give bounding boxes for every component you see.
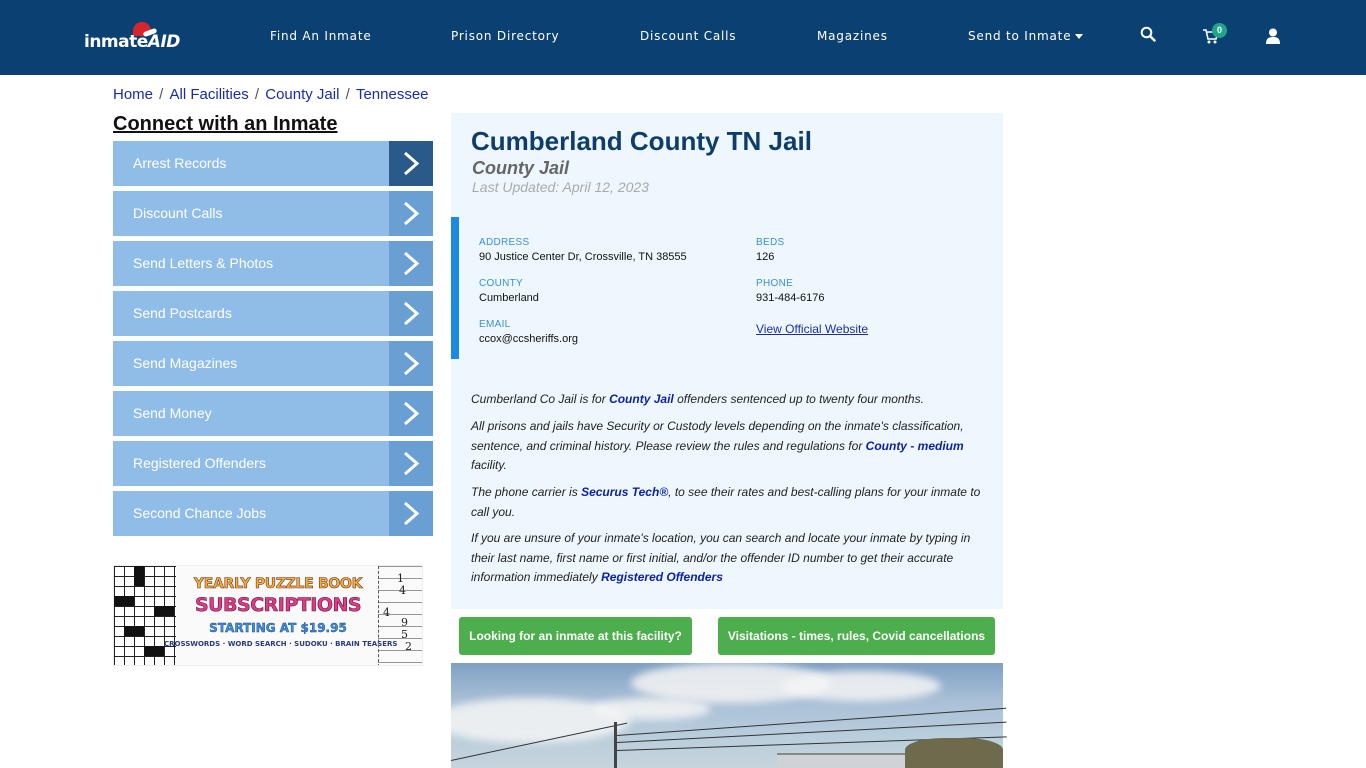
address-value: 90 Justice Center Dr, Crossville, TN 385…	[479, 251, 687, 263]
sidebar-item-label: Arrest Records	[133, 155, 227, 171]
description-paragraph-2: All prisons and jails have Security or C…	[471, 419, 964, 472]
sidebar-item-send-money[interactable]: Send Money	[113, 391, 433, 436]
sidebar-item-label: Send Letters & Photos	[133, 255, 274, 271]
logo-text-accent: AID	[147, 32, 181, 52]
search-icon[interactable]	[1140, 26, 1160, 46]
county-label: COUNTY	[479, 278, 524, 289]
sudoku-grid-graphic: 1 4 4 9 5 2	[378, 566, 422, 665]
nav-discount-calls[interactable]: Discount Calls	[640, 29, 736, 47]
chevron-right-icon	[389, 341, 433, 386]
facility-info-box: ADDRESS 90 Justice Center Dr, Crossville…	[451, 217, 1003, 359]
beds-value: 126	[756, 251, 775, 263]
description-paragraph-4: If you are unsure of your inmate's locat…	[471, 531, 971, 584]
address-label: ADDRESS	[479, 237, 530, 248]
top-navigation-bar: inmateAID Find An Inmate Prison Director…	[0, 0, 1366, 75]
sidebar-item-label: Discount Calls	[133, 205, 223, 221]
sidebar-item-label: Registered Offenders	[133, 455, 266, 471]
facility-title: Cumberland County TN Jail	[471, 126, 812, 156]
official-website-link[interactable]: View Official Website	[756, 322, 868, 336]
phone-label: PHONE	[756, 278, 794, 289]
chevron-right-icon	[389, 141, 433, 186]
county-jail-link[interactable]: County Jail	[609, 392, 674, 406]
nav-send-to-inmate-label: Send to Inmate	[968, 29, 1072, 43]
sidebar-item-registered-offenders[interactable]: Registered Offenders	[113, 441, 433, 486]
chevron-right-icon	[389, 291, 433, 336]
chevron-right-icon	[389, 491, 433, 536]
breadcrumb: Home / All Facilities / County Jail / Te…	[113, 86, 429, 103]
email-label: EMAIL	[479, 319, 511, 330]
user-icon[interactable]	[1266, 28, 1286, 48]
sidebar-item-second-chance-jobs[interactable]: Second Chance Jobs	[113, 491, 433, 536]
chevron-right-icon	[389, 441, 433, 486]
sidebar-item-send-magazines[interactable]: Send Magazines	[113, 341, 433, 386]
visitations-button[interactable]: Visitations - times, rules, Covid cancel…	[718, 617, 995, 655]
facility-details-panel: Cumberland County TN Jail County Jail La…	[451, 113, 1003, 609]
chevron-right-icon	[389, 191, 433, 236]
breadcrumb-county-jail[interactable]: County Jail	[265, 86, 339, 103]
nav-find-an-inmate[interactable]: Find An Inmate	[270, 29, 372, 47]
sidebar-item-label: Send Magazines	[133, 355, 238, 371]
ad-line-2: SUBSCRIPTIONS	[194, 594, 362, 617]
sidebar-item-label: Second Chance Jobs	[133, 505, 267, 521]
sidebar-item-label: Send Money	[133, 405, 212, 421]
facility-type: County Jail	[472, 158, 570, 178]
cart-count-badge: 0	[1212, 23, 1227, 38]
breadcrumb-home[interactable]: Home	[113, 86, 153, 103]
sidebar-item-label: Send Postcards	[133, 305, 232, 321]
inmateaid-logo[interactable]: inmateAID	[84, 22, 180, 56]
last-updated: Last Updated: April 12, 2023	[472, 179, 649, 195]
county-value: Cumberland	[479, 292, 539, 304]
description-paragraph-1: Cumberland Co Jail is for County Jail of…	[471, 392, 924, 406]
breadcrumb-tennessee[interactable]: Tennessee	[356, 86, 429, 103]
sidebar-title: Connect with an Inmate	[113, 113, 338, 135]
sidebar-menu: Arrest Records Discount Calls Send Lette…	[113, 141, 433, 541]
chevron-right-icon	[389, 241, 433, 286]
email-value: ccox@ccsheriffs.org	[479, 333, 578, 345]
puzzle-book-ad-banner[interactable]: YEARLY PUZZLE BOOK SUBSCRIPTIONS STARTIN…	[113, 565, 423, 666]
sidebar-item-send-letters-photos[interactable]: Send Letters & Photos	[113, 241, 433, 286]
nav-magazines[interactable]: Magazines	[817, 29, 888, 47]
county-medium-link[interactable]: County - medium	[866, 439, 964, 453]
sidebar-item-discount-calls[interactable]: Discount Calls	[113, 191, 433, 236]
caret-down-icon	[1075, 34, 1084, 39]
beds-label: BEDS	[756, 237, 785, 248]
find-inmate-at-facility-button[interactable]: Looking for an inmate at this facility?	[459, 617, 692, 655]
nav-prison-directory[interactable]: Prison Directory	[451, 29, 559, 47]
registered-offenders-link[interactable]: Registered Offenders	[601, 570, 723, 584]
phone-value: 931-484-6176	[756, 292, 825, 304]
chevron-right-icon	[389, 391, 433, 436]
ad-line-4: CROSSWORDS · WORD SEARCH · SUDOKU · BRAI…	[164, 640, 398, 648]
logo-text-main: inmate	[84, 32, 148, 52]
breadcrumb-all-facilities[interactable]: All Facilities	[170, 86, 249, 103]
trees-graphic	[905, 738, 1003, 768]
securus-tech-link[interactable]: Securus Tech®	[581, 485, 668, 499]
utility-pole-graphic	[614, 722, 617, 768]
nav-send-to-inmate[interactable]: Send to Inmate	[968, 29, 1084, 47]
sidebar-item-arrest-records[interactable]: Arrest Records	[113, 141, 433, 186]
ad-line-1: YEARLY PUZZLE BOOK	[193, 576, 363, 593]
description-paragraph-3: The phone carrier is Securus Tech®, to s…	[471, 485, 981, 519]
sidebar-item-send-postcards[interactable]: Send Postcards	[113, 291, 433, 336]
ad-line-3: STARTING AT $19.95	[209, 621, 347, 635]
